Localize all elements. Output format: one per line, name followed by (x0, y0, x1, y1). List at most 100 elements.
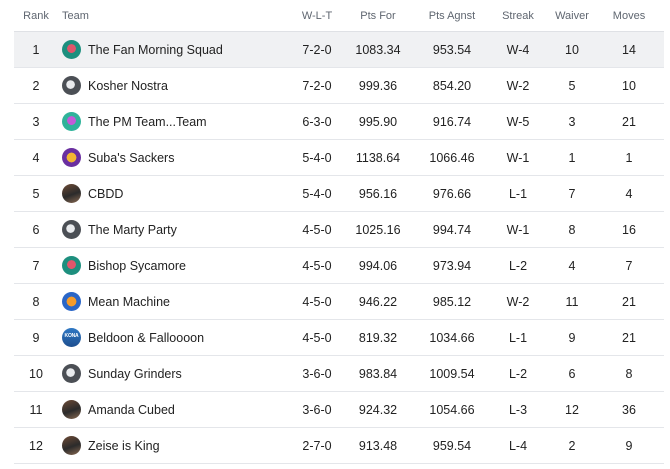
streak-cell: W-2 (506, 78, 530, 93)
points-against-cell: 916.74 (432, 114, 472, 129)
team-name-link[interactable]: Zeise is King (88, 439, 160, 453)
moves-cell: 10 (622, 78, 636, 93)
column-header-wlt[interactable]: W-L-T (290, 10, 344, 22)
table-row[interactable]: 8 Mean Machine 4-5-0 946.22 985.12 W-2 1… (14, 284, 664, 320)
waiver-cell: 11 (565, 294, 579, 309)
record-cell: 3-6-0 (302, 402, 332, 417)
streak-cell: L-1 (508, 330, 528, 345)
photo-avatar-icon[interactable] (62, 184, 81, 203)
table-row[interactable]: 10 Sunday Grinders 3-6-0 983.84 1009.54 … (14, 356, 664, 392)
record-cell: 4-5-0 (302, 294, 332, 309)
table-row[interactable]: 6 The Marty Party 4-5-0 1025.16 994.74 W… (14, 212, 664, 248)
record-cell: 7-2-0 (302, 78, 332, 93)
streak-cell: L-2 (508, 258, 528, 273)
team-cell[interactable]: The Marty Party (58, 220, 290, 239)
waiver-cell: 1 (568, 150, 576, 165)
table-row[interactable]: 1 The Fan Morning Squad 7-2-0 1083.34 95… (14, 32, 664, 68)
table-row[interactable]: 9 KONA Beldoon & Falloooon 4-5-0 819.32 … (14, 320, 664, 356)
table-body: 1 The Fan Morning Squad 7-2-0 1083.34 95… (14, 32, 664, 464)
moves-cell: 36 (622, 402, 636, 417)
table-row[interactable]: 7 Bishop Sycamore 4-5-0 994.06 973.94 L-… (14, 248, 664, 284)
points-against-cell: 1054.66 (429, 402, 475, 417)
streak-cell: W-1 (506, 222, 530, 237)
team-name-link[interactable]: Sunday Grinders (88, 367, 182, 381)
waiver-cell: 10 (565, 42, 579, 57)
points-for-cell: 913.48 (358, 438, 398, 453)
points-for-cell: 994.06 (358, 258, 398, 273)
team-cell[interactable]: Bishop Sycamore (58, 256, 290, 275)
moves-cell: 21 (622, 330, 636, 345)
waiver-cell: 5 (568, 78, 576, 93)
team-name-link[interactable]: Kosher Nostra (88, 79, 168, 93)
default-helmet-avatar-icon[interactable] (62, 364, 81, 383)
team-cell[interactable]: Amanda Cubed (58, 400, 290, 419)
red-ball-avatar-icon[interactable] (62, 40, 81, 59)
purple-ball-avatar-icon[interactable] (62, 112, 81, 131)
column-header-streak[interactable]: Streak (492, 10, 544, 22)
column-header-moves[interactable]: Moves (600, 10, 658, 22)
points-for-cell: 1083.34 (355, 42, 401, 57)
moves-cell: 4 (625, 186, 633, 201)
moves-cell: 21 (622, 114, 636, 129)
team-name-link[interactable]: Beldoon & Falloooon (88, 331, 204, 345)
points-against-cell: 953.54 (432, 42, 472, 57)
column-header-rank[interactable]: Rank (14, 10, 58, 22)
column-header-waiver[interactable]: Waiver (544, 10, 600, 22)
team-cell[interactable]: The Fan Morning Squad (58, 40, 290, 59)
table-row[interactable]: 4 Suba's Sackers 5-4-0 1138.64 1066.46 W… (14, 140, 664, 176)
team-name-link[interactable]: The Fan Morning Squad (88, 43, 223, 57)
team-cell[interactable]: The PM Team...Team (58, 112, 290, 131)
default-helmet-avatar-icon[interactable] (62, 76, 81, 95)
moves-cell: 9 (625, 438, 633, 453)
moves-cell: 7 (625, 258, 633, 273)
team-cell[interactable]: Kosher Nostra (58, 76, 290, 95)
points-against-cell: 959.54 (432, 438, 472, 453)
photo-avatar-icon[interactable] (62, 400, 81, 419)
photo-avatar-icon[interactable] (62, 436, 81, 455)
points-against-cell: 973.94 (432, 258, 472, 273)
streak-cell: W-5 (506, 114, 530, 129)
team-cell[interactable]: Sunday Grinders (58, 364, 290, 383)
points-for-cell: 924.32 (358, 402, 398, 417)
blue-orange-avatar-icon[interactable] (62, 292, 81, 311)
rank-cell: 11 (29, 402, 43, 417)
record-cell: 5-4-0 (302, 150, 332, 165)
table-header: Rank Team W-L-T Pts For Pts Agnst Streak… (14, 0, 664, 32)
table-row[interactable]: 3 The PM Team...Team 6-3-0 995.90 916.74… (14, 104, 664, 140)
team-name-link[interactable]: Suba's Sackers (88, 151, 174, 165)
kona-avatar-icon[interactable]: KONA (62, 328, 81, 347)
red-ball-avatar-icon[interactable] (62, 256, 81, 275)
waiver-cell: 8 (568, 222, 576, 237)
waiver-cell: 6 (568, 366, 576, 381)
streak-cell: W-1 (506, 150, 530, 165)
table-row[interactable]: 11 Amanda Cubed 3-6-0 924.32 1054.66 L-3… (14, 392, 664, 428)
team-cell[interactable]: Suba's Sackers (58, 148, 290, 167)
team-cell[interactable]: CBDD (58, 184, 290, 203)
table-row[interactable]: 5 CBDD 5-4-0 956.16 976.66 L-1 7 4 (14, 176, 664, 212)
waiver-cell: 4 (568, 258, 576, 273)
column-header-pts-for[interactable]: Pts For (344, 10, 412, 22)
column-header-pts-against[interactable]: Pts Agnst (412, 10, 492, 22)
team-cell[interactable]: Mean Machine (58, 292, 290, 311)
team-name-link[interactable]: Bishop Sycamore (88, 259, 186, 273)
points-for-cell: 946.22 (358, 294, 398, 309)
team-cell[interactable]: Zeise is King (58, 436, 290, 455)
purple-gold-avatar-icon[interactable] (62, 148, 81, 167)
avatar-logo-text: KONA (64, 333, 79, 339)
team-name-link[interactable]: CBDD (88, 187, 123, 201)
team-name-link[interactable]: Amanda Cubed (88, 403, 175, 417)
default-helmet-avatar-icon[interactable] (62, 220, 81, 239)
rank-cell: 1 (32, 42, 40, 57)
rank-cell: 2 (32, 78, 40, 93)
table-row[interactable]: 2 Kosher Nostra 7-2-0 999.36 854.20 W-2 … (14, 68, 664, 104)
column-header-team[interactable]: Team (58, 10, 290, 22)
team-name-link[interactable]: Mean Machine (88, 295, 170, 309)
rank-cell: 5 (32, 186, 40, 201)
table-row[interactable]: 12 Zeise is King 2-7-0 913.48 959.54 L-4… (14, 428, 664, 464)
rank-cell: 12 (29, 438, 43, 453)
points-for-cell: 1138.64 (355, 150, 401, 165)
team-name-link[interactable]: The Marty Party (88, 223, 177, 237)
waiver-cell: 2 (568, 438, 576, 453)
team-cell[interactable]: KONA Beldoon & Falloooon (58, 328, 290, 347)
team-name-link[interactable]: The PM Team...Team (88, 115, 207, 129)
